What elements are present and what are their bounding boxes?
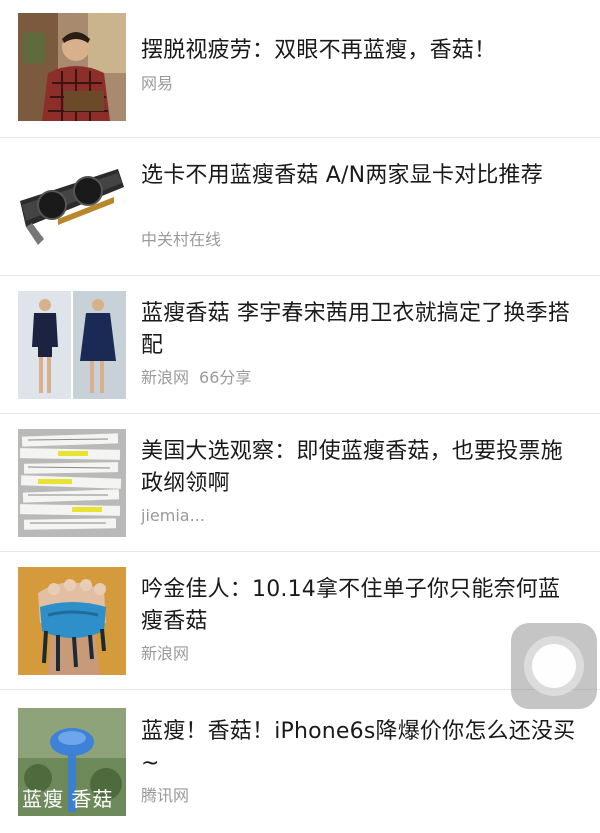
news-item[interactable]: 蓝瘦香菇 李宇春宋茜用卫衣就搞定了换季搭配 新浪网 66分享 [0, 276, 600, 414]
news-meta: 新浪网 66分享 [141, 368, 251, 388]
news-title[interactable]: 选卡不用蓝瘦香菇 A/N两家显卡对比推荐 [141, 160, 581, 192]
news-thumbnail [18, 291, 126, 399]
news-thumbnail [18, 429, 126, 537]
news-title[interactable]: 蓝瘦香菇 李宇春宋茜用卫衣就搞定了换季搭配 [141, 298, 581, 362]
news-meta: 新浪网 [141, 644, 189, 664]
news-thumbnail [18, 13, 126, 121]
news-thumbnail: 蓝瘦 香菇 [18, 708, 126, 816]
news-meta: 中关村在线 [141, 230, 221, 250]
assistive-touch-center [532, 644, 576, 688]
news-meta: 网易 [141, 74, 173, 94]
news-thumbnail [18, 567, 126, 675]
thumbnail-caption: 蓝瘦 香菇 [22, 787, 114, 811]
news-source: jiemia... [141, 506, 205, 525]
news-source: 新浪网 [141, 644, 190, 663]
news-source: 中关村在线 [141, 230, 222, 249]
news-source: 腾讯网 [141, 786, 190, 805]
news-item[interactable]: 选卡不用蓝瘦香菇 A/N两家显卡对比推荐 中关村在线 [0, 138, 600, 276]
news-title[interactable]: 蓝瘦！香菇！iPhone6s降爆价你怎么还没买~ [141, 716, 581, 780]
news-item[interactable]: 蓝瘦 香菇 蓝瘦！香菇！iPhone6s降爆价你怎么还没买~ 腾讯网 [0, 690, 600, 833]
news-source: 网易 [141, 74, 174, 93]
news-item[interactable]: 美国大选观察：即使蓝瘦香菇，也要投票施政纲领啊 jiemia... [0, 414, 600, 552]
news-meta: 腾讯网 [141, 786, 189, 806]
news-item[interactable]: 摆脱视疲劳：双眼不再蓝瘦，香菇！ 网易 [0, 0, 600, 138]
assistive-touch-icon[interactable] [511, 623, 597, 709]
news-source: 新浪网 [141, 368, 190, 387]
news-item[interactable]: 吟金佳人：10.14拿不住单子你只能奈何蓝瘦香菇 新浪网 [0, 552, 600, 690]
share-count: 66分享 [199, 368, 252, 387]
news-title[interactable]: 美国大选观察：即使蓝瘦香菇，也要投票施政纲领啊 [141, 436, 581, 500]
news-meta: jiemia... [141, 506, 205, 526]
news-title[interactable]: 摆脱视疲劳：双眼不再蓝瘦，香菇！ [141, 35, 581, 67]
news-thumbnail [18, 153, 126, 261]
